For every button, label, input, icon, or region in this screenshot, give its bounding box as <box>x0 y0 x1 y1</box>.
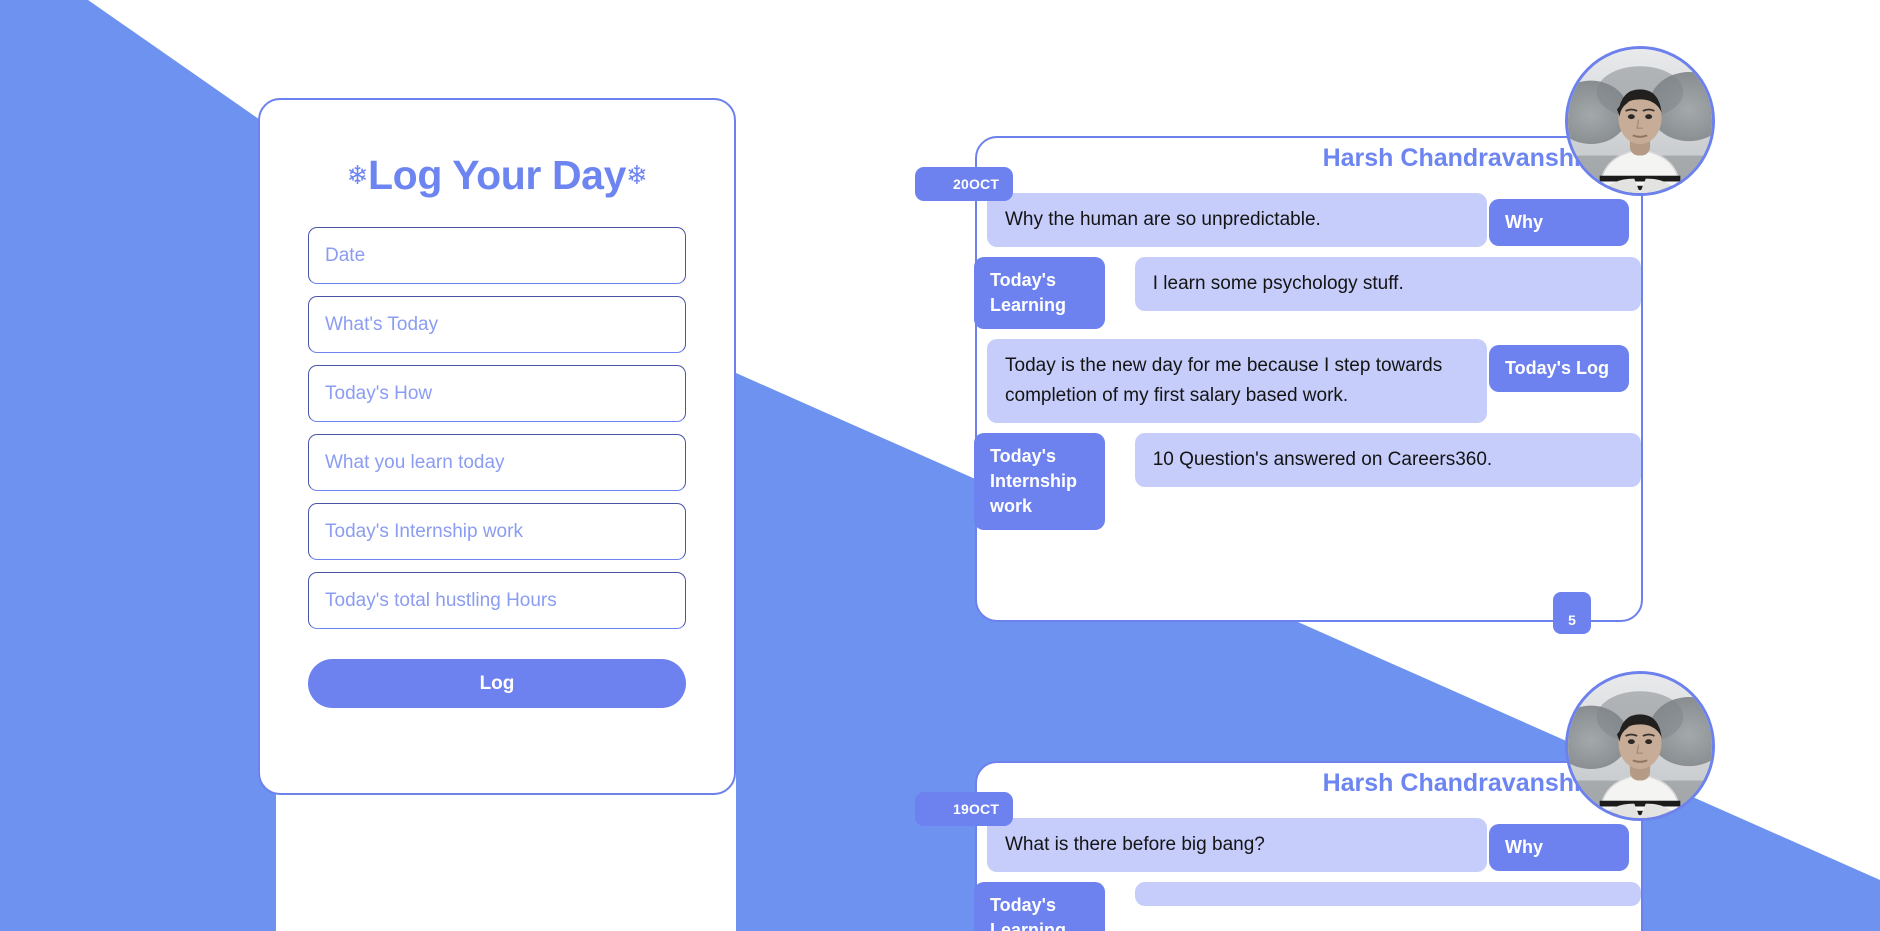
log-date-badge: 19OCT <box>915 792 1014 826</box>
whats-today-field[interactable]: What's Today <box>308 296 686 353</box>
what-you-learn-today-field[interactable]: What you learn today <box>308 434 686 491</box>
avatar[interactable] <box>1565 46 1715 196</box>
log-entry-card: Harsh Chandravanshi 19OCT What is there … <box>915 671 1715 931</box>
log-row-label: Why <box>1489 199 1629 246</box>
avatar[interactable] <box>1565 671 1715 821</box>
log-row-text <box>1134 882 1641 906</box>
app-root: ❄Log Your Day❄ Date What's Today Today's… <box>0 0 1880 931</box>
log-your-day-form-card: ❄Log Your Day❄ Date What's Today Today's… <box>258 98 736 795</box>
log-author-name: Harsh Chandravanshi <box>1322 144 1581 172</box>
log-row-label: Today's Learning <box>974 257 1105 329</box>
snowflake-icon-left: ❄ <box>346 160 369 190</box>
log-row: What is there before big bang? Why <box>977 818 1641 872</box>
whats-today-field-placeholder: What's Today <box>325 313 439 335</box>
log-row-label: Today's Learning <box>974 882 1105 931</box>
todays-internship-work-field-placeholder: Today's Internship work <box>325 520 523 542</box>
log-row-label: Today's Internship work <box>974 433 1105 530</box>
log-row-label: Why <box>1489 824 1629 871</box>
log-entry-card: Harsh Chandravanshi 20OCT Why the human … <box>915 46 1715 634</box>
page-title: ❄Log Your Day❄ <box>260 100 734 199</box>
todays-total-hustling-hours-field[interactable]: Today's total hustling Hours <box>308 572 686 629</box>
log-rows: What is there before big bang? Why Today's… <box>974 818 1641 931</box>
log-row: Today is the new day for me because I st… <box>977 339 1641 423</box>
log-row: Today's Learning I learn some psychology … <box>974 257 1641 329</box>
todays-internship-work-field[interactable]: Today's Internship work <box>308 503 686 560</box>
log-submit-button[interactable]: Log <box>308 659 686 708</box>
log-row: Why the human are so unpredictable. Why <box>977 193 1641 247</box>
todays-how-field-placeholder: Today's How <box>325 382 433 404</box>
log-date-badge: 20OCT <box>915 167 1014 201</box>
log-row: Today's Internship work 10 Question's ans… <box>974 433 1641 530</box>
log-row: Today's Learning <box>974 882 1641 931</box>
log-row-label: Today's Log <box>1489 345 1629 392</box>
what-you-learn-today-field-placeholder: What you learn today <box>325 451 505 473</box>
log-row-text: What is there before big bang? <box>987 818 1487 872</box>
snowflake-icon-right: ❄ <box>625 160 648 190</box>
todays-total-hustling-hours-field-placeholder: Today's total hustling Hours <box>325 589 557 611</box>
log-row-text: I learn some psychology stuff. <box>1134 257 1641 311</box>
bg-diagonal-top-left <box>0 0 276 931</box>
form-fields: Date What's Today Today's How What you l… <box>260 227 734 629</box>
avatar-portrait <box>1568 674 1712 818</box>
log-row-text: Why the human are so unpredictable. <box>987 193 1487 247</box>
log-author-name: Harsh Chandravanshi <box>1322 769 1581 797</box>
page-title-text: Log Your Day <box>368 152 626 198</box>
log-rows: Why the human are so unpredictable. Why To… <box>974 193 1641 540</box>
todays-how-field[interactable]: Today's How <box>308 365 686 422</box>
log-row-text: Today is the new day for me because I st… <box>987 339 1487 423</box>
log-row-text: 10 Question's answered on Careers360. <box>1134 433 1641 487</box>
log-count-badge: 5 <box>1553 592 1591 634</box>
avatar-portrait <box>1568 49 1712 193</box>
date-field[interactable]: Date <box>308 227 686 284</box>
date-field-placeholder: Date <box>325 244 366 266</box>
